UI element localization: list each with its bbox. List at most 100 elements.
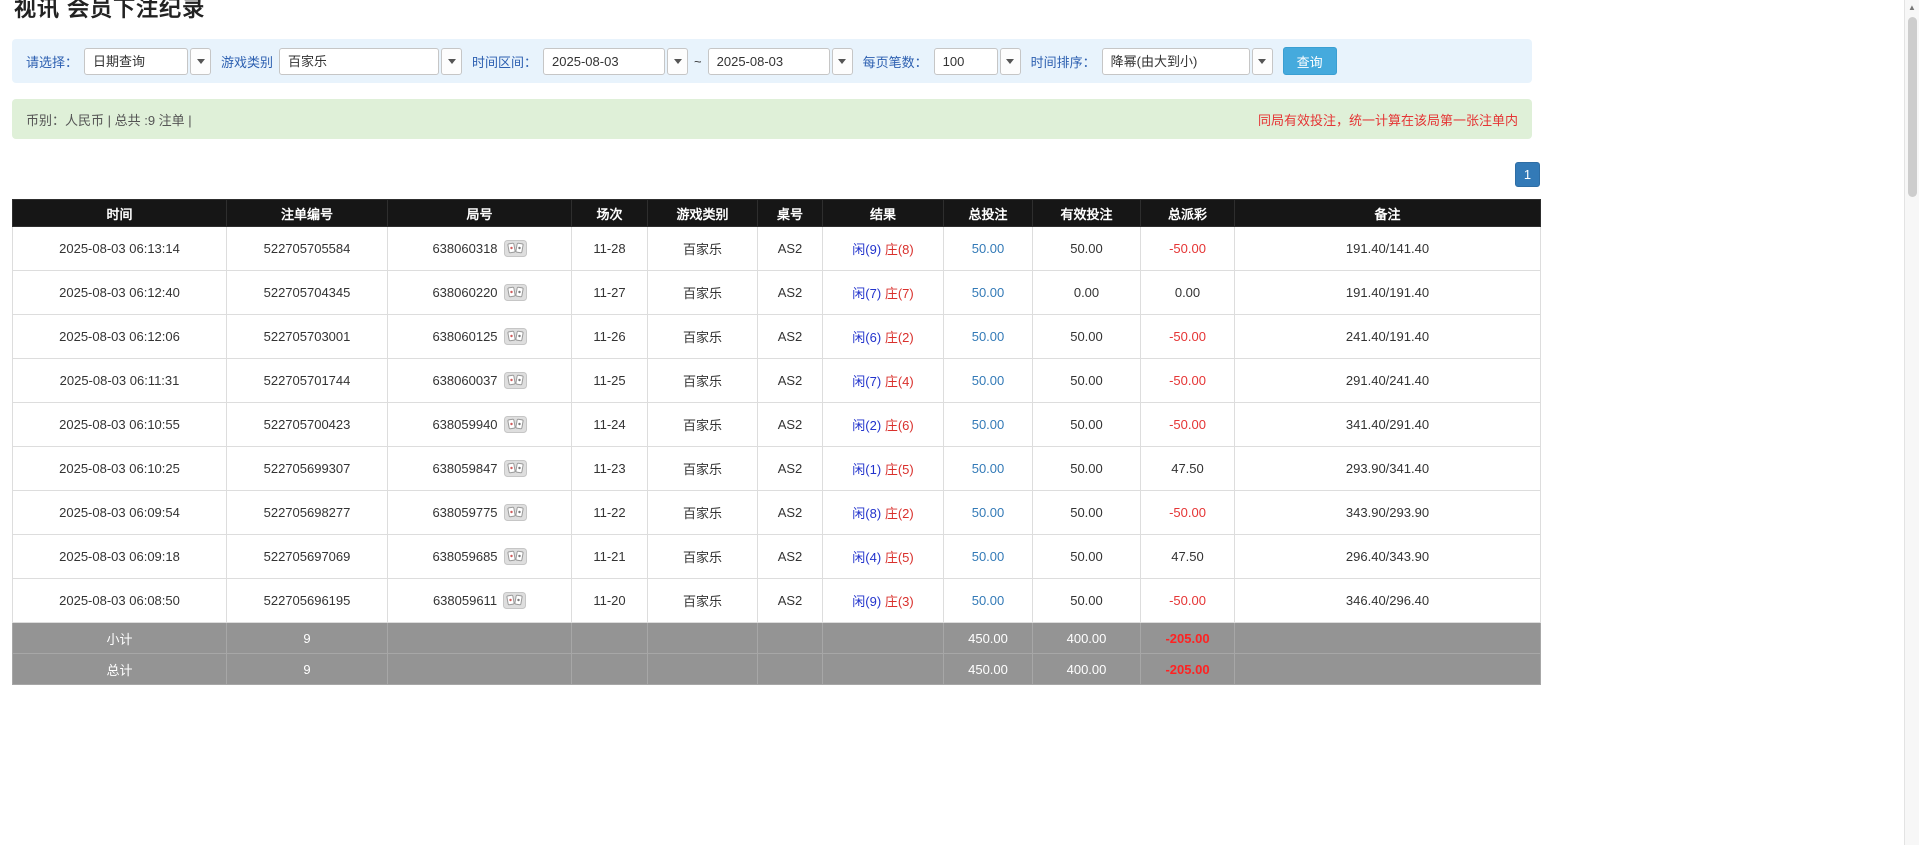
- chevron-down-icon[interactable]: [1251, 47, 1273, 75]
- page-container: 视讯 会员下注纪录 请选择： 日期查询 游戏类别 百家乐 时间区间： 2025-…: [0, 0, 1543, 685]
- cell-valid-bet: 50.00: [1032, 446, 1141, 491]
- scroll-up-icon[interactable]: ▲: [1905, 0, 1919, 15]
- cell-round-no: 638060220: [387, 270, 572, 315]
- summary-label: 总计: [12, 653, 227, 685]
- cards-icon[interactable]: [503, 240, 527, 257]
- date-to-value[interactable]: 2025-08-03: [707, 47, 830, 75]
- cell-round-no: 638060037: [387, 358, 572, 403]
- cell-session: 11-24: [571, 402, 648, 447]
- total-bet-link[interactable]: 50.00: [972, 549, 1005, 564]
- bet-record-row: 2025-08-03 06:12:40 522705704345 638060220…: [12, 270, 1541, 315]
- cell-total-bet: 50.00: [943, 226, 1033, 271]
- cards-icon[interactable]: [503, 460, 527, 477]
- chevron-down-icon[interactable]: [190, 47, 212, 75]
- cell-result: 闲(7) 庄(4): [822, 358, 944, 403]
- cell-game-type: 百家乐: [647, 446, 758, 491]
- result-banker: 庄(8): [884, 242, 914, 257]
- page-title: 视讯 会员下注纪录: [14, 0, 206, 21]
- cell-valid-bet: 50.00: [1032, 578, 1141, 623]
- cell-result: 闲(9) 庄(3): [822, 578, 944, 623]
- summary-count: 9: [226, 653, 388, 685]
- chevron-down-icon[interactable]: [831, 47, 853, 75]
- cell-payout: -50.00: [1140, 226, 1235, 271]
- game-type-label: 游戏类别: [221, 54, 274, 70]
- scrollbar-thumb[interactable]: [1907, 17, 1917, 197]
- total-bet-link[interactable]: 50.00: [972, 373, 1005, 388]
- scrollbar[interactable]: ▲: [1904, 0, 1919, 845]
- total-bet-link[interactable]: 50.00: [972, 417, 1005, 432]
- cards-icon[interactable]: [503, 592, 527, 609]
- search-button[interactable]: 查询: [1282, 47, 1337, 75]
- result-banker: 庄(2): [884, 330, 914, 345]
- result-banker: 庄(5): [884, 462, 914, 477]
- per-page-value[interactable]: 100: [933, 47, 998, 75]
- cell-note: 291.40/241.40: [1234, 358, 1541, 403]
- sort-select[interactable]: 降幂(由大到小): [1101, 47, 1273, 75]
- date-to-select[interactable]: 2025-08-03: [707, 47, 853, 75]
- cards-icon[interactable]: [503, 504, 527, 521]
- per-page-select[interactable]: 100: [933, 47, 1021, 75]
- cell-session: 11-20: [571, 578, 648, 623]
- query-type-select[interactable]: 日期查询: [84, 47, 212, 75]
- cards-icon[interactable]: [503, 328, 527, 345]
- sort-value[interactable]: 降幂(由大到小): [1101, 47, 1250, 75]
- filter-bar: 请选择： 日期查询 游戏类别 百家乐 时间区间： 2025-08-03 ~ 20…: [12, 39, 1532, 83]
- chevron-down-icon[interactable]: [667, 47, 689, 75]
- pagination: 1: [12, 162, 1540, 187]
- date-from-value[interactable]: 2025-08-03: [543, 47, 666, 75]
- cards-icon[interactable]: [503, 416, 527, 433]
- total-bet-link[interactable]: 50.00: [972, 593, 1005, 608]
- cell-bet-id: 522705704345: [226, 270, 388, 315]
- cell-time: 2025-08-03 06:11:31: [12, 358, 227, 403]
- cell-valid-bet: 0.00: [1032, 270, 1141, 315]
- column-header: 总派彩: [1140, 199, 1235, 227]
- result-banker: 庄(6): [884, 418, 914, 433]
- chevron-down-icon[interactable]: [999, 47, 1021, 75]
- result-player: 闲(8): [852, 506, 882, 521]
- cell-note: 343.90/293.90: [1234, 490, 1541, 535]
- chevron-down-icon[interactable]: [441, 47, 463, 75]
- summary-bar: 币别：人民币 | 总共 :9 注单 | 同局有效投注，统一计算在该局第一张注单内: [12, 99, 1532, 139]
- cell-bet-id: 522705699307: [226, 446, 388, 491]
- cell-result: 闲(1) 庄(5): [822, 446, 944, 491]
- game-type-select[interactable]: 百家乐: [279, 47, 463, 75]
- cell-result: 闲(4) 庄(5): [822, 534, 944, 579]
- cell-payout: -50.00: [1140, 402, 1235, 447]
- query-type-value[interactable]: 日期查询: [84, 47, 189, 75]
- cell-total-bet: 50.00: [943, 270, 1033, 315]
- total-bet-link[interactable]: 50.00: [972, 329, 1005, 344]
- result-banker: 庄(3): [884, 594, 914, 609]
- cards-icon[interactable]: [503, 372, 527, 389]
- cell-total-bet: 50.00: [943, 402, 1033, 447]
- cell-time: 2025-08-03 06:12:40: [12, 270, 227, 315]
- result-banker: 庄(5): [884, 550, 914, 565]
- cell-table-no: AS2: [757, 534, 823, 579]
- total-bet-link[interactable]: 50.00: [972, 285, 1005, 300]
- total-bet-link[interactable]: 50.00: [972, 241, 1005, 256]
- summary-valid-bet: 400.00: [1032, 653, 1141, 685]
- cell-game-type: 百家乐: [647, 578, 758, 623]
- bet-records-table: 时间 注单编号 局号 场次 游戏类别 桌号 结果 总投注 有效投注 总派彩 备注 2025-08-0…: [12, 199, 1541, 685]
- date-from-select[interactable]: 2025-08-03: [543, 47, 689, 75]
- cell-bet-id: 522705697069: [226, 534, 388, 579]
- cell-note: 191.40/141.40: [1234, 226, 1541, 271]
- total-bet-link[interactable]: 50.00: [972, 505, 1005, 520]
- game-type-value[interactable]: 百家乐: [279, 47, 440, 75]
- cell-result: 闲(6) 庄(2): [822, 314, 944, 359]
- summary-row: 总计 9 450.00 400.00 -205.00: [12, 653, 1541, 685]
- cell-result: 闲(7) 庄(7): [822, 270, 944, 315]
- column-header: 备注: [1234, 199, 1541, 227]
- column-header: 游戏类别: [647, 199, 758, 227]
- column-header: 结果: [822, 199, 944, 227]
- total-bet-link[interactable]: 50.00: [972, 461, 1005, 476]
- bet-record-row: 2025-08-03 06:09:18 522705697069 638059685…: [12, 534, 1541, 579]
- cell-table-no: AS2: [757, 446, 823, 491]
- result-player: 闲(4): [852, 550, 882, 565]
- cards-icon[interactable]: [503, 284, 527, 301]
- summary-total-bet: 450.00: [943, 653, 1033, 685]
- cell-valid-bet: 50.00: [1032, 226, 1141, 271]
- cell-session: 11-21: [571, 534, 648, 579]
- page-1-button[interactable]: 1: [1515, 162, 1540, 187]
- cards-icon[interactable]: [503, 548, 527, 565]
- cell-payout: 47.50: [1140, 534, 1235, 579]
